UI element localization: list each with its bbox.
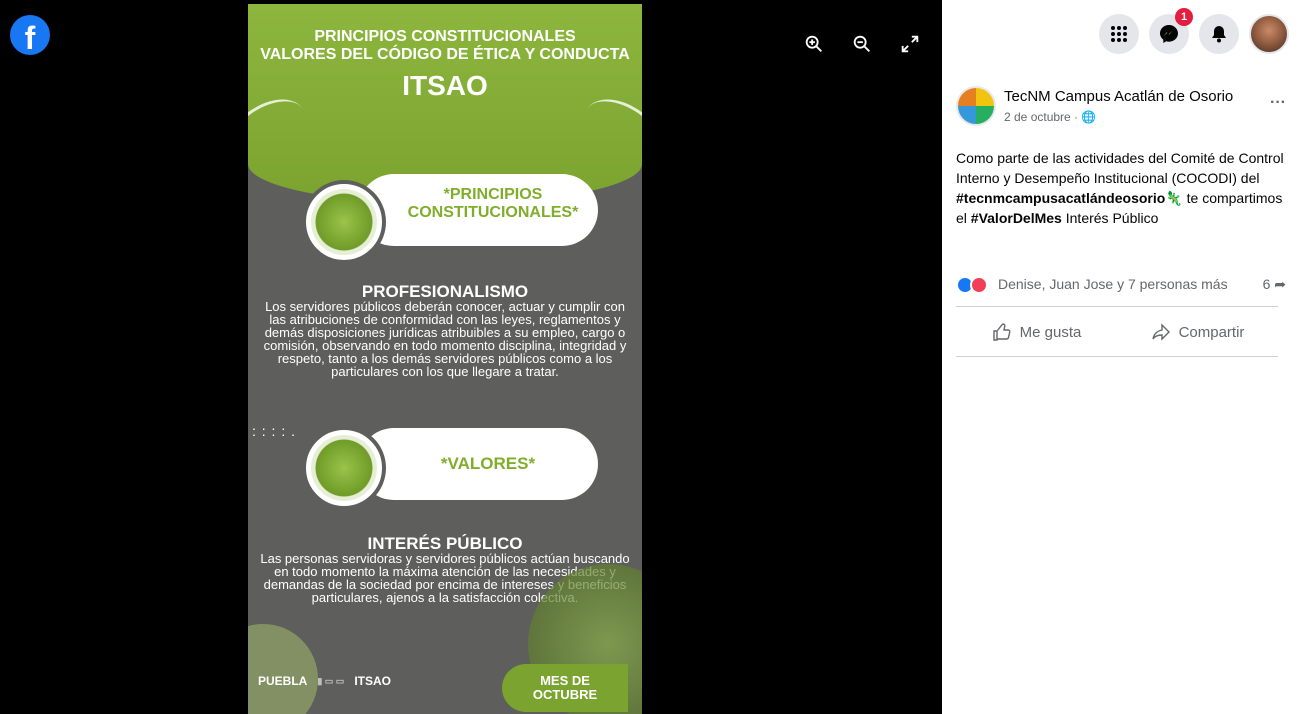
valores-pill-text: *VALORES* [440,454,536,473]
share-icon [1151,323,1170,341]
poster-title: PRINCIPIOS CONSTITUCIONALES VALORES DEL … [248,28,642,64]
section1-body: Los servidores públicos deberán conocer,… [263,299,627,379]
poster-footer-logos: PUEBLA ▮ ▭ ▭ ITSAO [258,674,391,688]
like-label: Me gusta [1019,323,1082,341]
post-date-text: 2 de octubre · [1004,110,1082,124]
mes-line1: MES DE [540,673,590,688]
leaf-emoji: 🦎 [1165,190,1183,206]
poster-itsao-title: ITSAO [402,70,488,101]
share-button[interactable]: Compartir [1117,312,1278,352]
decorative-dots: . . . . . . . . . [252,417,297,439]
share-label: Compartir [1178,323,1245,341]
fullscreen-icon[interactable] [896,30,924,58]
mes-badge: MES DE OCTUBRE [502,664,628,712]
user-avatar[interactable] [1249,14,1289,54]
itsao-logo: ITSAO [354,674,391,688]
reaction-icons[interactable] [956,276,988,294]
divider [956,306,1278,307]
page-name[interactable]: TecNM Campus Acatlán de Osorio [1004,88,1233,105]
share-count[interactable]: 6 ➦ [1263,276,1286,293]
like-button[interactable]: Me gusta [956,312,1117,352]
decorative-blob [248,624,318,714]
poster-image: PRINCIPIOS CONSTITUCIONALES VALORES DEL … [248,4,642,714]
puebla-logo: PUEBLA [258,674,308,688]
share-arrow-icon: ➦ [1274,276,1286,292]
messenger-badge: 1 [1175,8,1193,26]
photo-viewer-page: f PRINCIPIOS CONSTITUCIONALES VALORES DE… [0,0,1299,714]
post-actions: Me gusta Compartir [956,312,1278,352]
grid-icon [1111,26,1127,42]
thumbs-up-icon [992,323,1011,341]
facebook-logo[interactable]: f [10,15,50,56]
hashtag-link[interactable]: #tecnmcampusacatlándeosorio [956,190,1165,206]
viewer-toolbar [800,30,924,58]
facebook-logo-letter: f [24,19,36,56]
photo-viewer: f PRINCIPIOS CONSTITUCIONALES VALORES DE… [0,0,942,714]
post-header: TecNM Campus Acatlán de Osorio 2 de octu… [956,86,1286,136]
divider [956,356,1278,357]
poster-title-line2: VALORES DEL CÓDIGO DE ÉTICA Y CONDUCTA [260,46,630,63]
top-nav: 1 [1099,8,1289,54]
itsao-seal-icon [302,180,386,264]
post-text-part3: Interés Público [1061,210,1159,226]
share-count-value: 6 [1262,276,1271,292]
page-avatar[interactable] [956,86,996,126]
globe-icon: 🌐 [1081,110,1097,124]
post-text: Como parte de las actividades del Comité… [956,148,1286,228]
zoom-out-icon[interactable] [848,30,876,58]
reactions-bar: Denise, Juan Jose y 7 personas más 6 ➦ [956,274,1286,296]
messenger-button[interactable]: 1 [1149,8,1193,54]
principios-pill-text: *PRINCIPIOS CONSTITUCIONALES* [407,186,579,221]
mes-line2: OCTUBRE [532,687,598,702]
itsao-seal-icon [302,426,386,510]
notifications-button[interactable] [1199,14,1239,54]
love-reaction-icon [970,276,988,294]
institution-logos: ▮ ▭ ▭ [317,675,345,686]
post-panel: 1 TecNM Campus Acatlán de Osorio 2 de oc… [942,0,1299,714]
more-options-button[interactable]: ··· [1270,94,1286,112]
bell-icon [1212,26,1226,43]
messenger-icon [1160,25,1178,43]
post-date[interactable]: 2 de octubre · 🌐 [1004,110,1096,124]
reaction-names[interactable]: Denise, Juan Jose y 7 personas más [998,276,1228,292]
post-text-part1: Como parte de las actividades del Comité… [956,150,1284,186]
zoom-in-icon[interactable] [800,30,828,58]
menu-grid-button[interactable] [1099,14,1139,54]
hashtag-link[interactable]: #ValorDelMes [971,210,1062,226]
poster-title-line1: PRINCIPIOS CONSTITUCIONALES [314,28,576,45]
